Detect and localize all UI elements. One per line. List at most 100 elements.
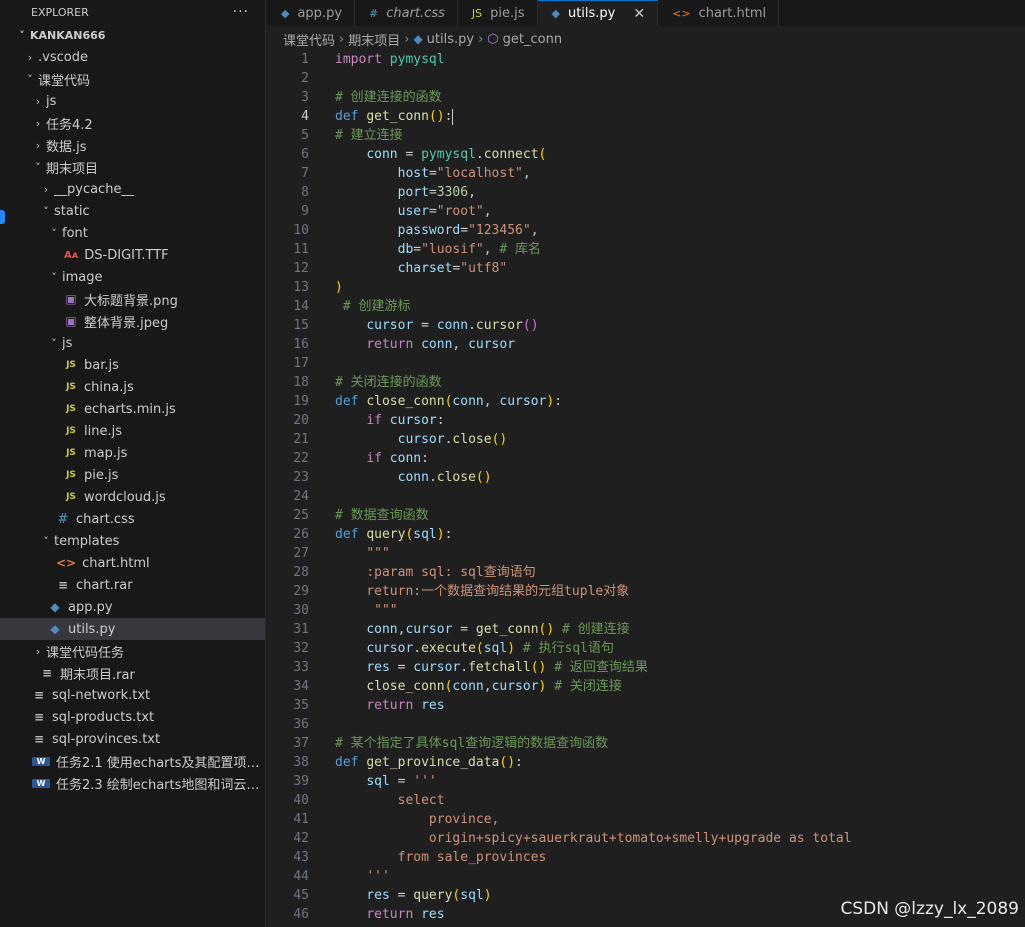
tree-file[interactable]: ▣ 整体背景.jpeg xyxy=(0,310,265,332)
tree-item-label: 任务4.2 xyxy=(46,117,93,133)
tree-file[interactable]: ≡ sql-provinces.txt xyxy=(0,728,265,750)
tree-folder[interactable]: › 任务4.2 xyxy=(0,112,265,134)
python-file-icon: ◆ xyxy=(413,32,423,46)
code-text: return res xyxy=(366,907,445,922)
tree-folder[interactable]: › __pycache__ xyxy=(0,178,265,200)
tree-folder[interactable]: ˅ 期末项目 xyxy=(0,156,265,178)
line-number: 13 xyxy=(293,280,309,295)
tab-label: app.py xyxy=(297,5,343,21)
tree-folder[interactable]: ˅ image xyxy=(0,266,265,288)
tree-file[interactable]: Aᴀ DS-DIGIT.TTF xyxy=(0,244,265,266)
tree-file[interactable]: W 任务2.1 使用echarts及其配置项绘图-... xyxy=(0,750,265,772)
close-icon[interactable]: ✕ xyxy=(633,6,645,22)
tree-file[interactable]: JS map.js xyxy=(0,442,265,464)
tree-folder[interactable]: ˅ static xyxy=(0,200,265,222)
code-line: 43 from sale_provinces xyxy=(267,848,1025,867)
line-number: 46 xyxy=(293,907,309,922)
line-number: 44 xyxy=(293,869,309,884)
html-file-icon: <> xyxy=(56,556,77,570)
tree-item-label: static xyxy=(54,203,90,219)
code-text: select xyxy=(397,793,445,808)
code-text: import pymysql xyxy=(335,52,445,67)
tree-file[interactable]: ◆ app.py xyxy=(0,596,265,618)
more-actions-icon[interactable]: ··· xyxy=(233,4,249,20)
line-number: 30 xyxy=(293,603,309,618)
code-text: return conn, cursor xyxy=(366,337,516,352)
tree-file[interactable]: <> chart.html xyxy=(0,552,265,574)
tree-file[interactable]: JS echarts.min.js xyxy=(0,398,265,420)
line-number: 3 xyxy=(301,90,309,105)
code-text: user="root", xyxy=(397,204,492,219)
line-number: 15 xyxy=(293,318,309,333)
tree-item-label: wordcloud.js xyxy=(84,489,166,505)
code-line: 28 :param sql: sql查询语句 xyxy=(267,563,1025,582)
explorer-header: EXPLORER ··· xyxy=(0,0,265,24)
code-text: # 创建连接的函数 xyxy=(335,90,442,105)
tree-file[interactable]: ◆ utils.py xyxy=(0,618,265,640)
tree-file[interactable]: ▣ 大标题背景.png xyxy=(0,288,265,310)
tree-item-label: utils.py xyxy=(68,621,116,637)
line-number: 11 xyxy=(293,242,309,257)
tab-label: utils.py xyxy=(567,6,616,21)
code-line: 42 origin+spicy+sauerkraut+tomato+smelly… xyxy=(267,829,1025,848)
tab-app-py[interactable]: ◆ app.py xyxy=(267,0,356,26)
explorer-title: EXPLORER xyxy=(31,5,89,19)
tab-chart-css[interactable]: # chart.css xyxy=(355,0,458,26)
tree-file[interactable]: JS china.js xyxy=(0,376,265,398)
chevron-right-icon: › xyxy=(478,31,484,47)
tree-folder[interactable]: ˅ font xyxy=(0,222,265,244)
tree-file[interactable]: ≡ sql-network.txt xyxy=(0,684,265,706)
tree-file[interactable]: JS bar.js xyxy=(0,354,265,376)
chevron-right-icon: › xyxy=(404,31,410,47)
code-text: cursor.execute(sql) # 执行sql语句 xyxy=(366,641,615,656)
tree-item-label: chart.css xyxy=(76,511,135,527)
code-line: 2 xyxy=(267,69,1025,88)
breadcrumb-item[interactable]: get_conn xyxy=(503,32,562,47)
breadcrumb-item[interactable]: 期末项目 xyxy=(348,30,400,49)
tree-folder[interactable]: › 课堂代码任务 xyxy=(0,640,265,662)
tab-label: chart.css xyxy=(386,5,445,21)
tab-chart-html[interactable]: <> chart.html xyxy=(658,0,780,26)
line-number: 28 xyxy=(293,565,309,580)
tree-file[interactable]: W 任务2.3 绘制echarts地图和词云图-学... xyxy=(0,772,265,794)
tree-file[interactable]: ≡ chart.rar xyxy=(0,574,265,596)
line-number: 10 xyxy=(293,223,309,238)
tree-file[interactable]: JS pie.js xyxy=(0,464,265,486)
line-number: 14 xyxy=(293,299,309,314)
tree-folder[interactable]: › js xyxy=(0,90,265,112)
tree-folder[interactable]: › 数据.js xyxy=(0,134,265,156)
tree-folder[interactable]: ˅ templates xyxy=(0,530,265,552)
tab-pie-js[interactable]: JS pie.js xyxy=(458,0,538,26)
font-file-icon: Aᴀ xyxy=(64,249,79,261)
line-number: 7 xyxy=(301,166,309,181)
text-file-icon: ≡ xyxy=(41,666,53,680)
line-number: 23 xyxy=(293,470,309,485)
tree-folder[interactable]: ˅ js xyxy=(0,332,265,354)
breadcrumb-item[interactable]: 课堂代码 xyxy=(283,30,335,49)
tree-item-label: china.js xyxy=(84,379,134,395)
code-text: # 创建游标 xyxy=(342,299,411,314)
line-number: 39 xyxy=(293,774,309,789)
tree-file[interactable]: JS wordcloud.js xyxy=(0,486,265,508)
code-line: 16 return conn, cursor xyxy=(267,335,1025,354)
line-number: 6 xyxy=(301,147,309,162)
tree-file[interactable]: JS line.js xyxy=(0,420,265,442)
breadcrumb-item[interactable]: utils.py xyxy=(427,32,474,47)
tree-folder[interactable]: ˅ KANKAN666 xyxy=(0,24,265,46)
python-file-icon: ◆ xyxy=(551,7,560,20)
code-line: 26 def query(sql): xyxy=(267,525,1025,544)
tree-file[interactable]: # chart.css xyxy=(0,508,265,530)
tree-file[interactable]: ≡ sql-products.txt xyxy=(0,706,265,728)
tree-file[interactable]: ≡ 期末项目.rar xyxy=(0,662,265,684)
chevron-right-icon: › xyxy=(43,182,49,196)
text-file-icon: ≡ xyxy=(33,710,45,724)
image-file-icon: ▣ xyxy=(65,292,77,306)
tab-utils-py[interactable]: ◆ utils.py ✕ xyxy=(537,0,659,26)
line-number: 43 xyxy=(293,850,309,865)
tree-folder[interactable]: › .vscode xyxy=(0,46,265,68)
code-line: 12 charset="utf8" xyxy=(267,259,1025,278)
tree-folder[interactable]: ˅ 课堂代码 xyxy=(0,68,265,90)
code-line: 27 """ xyxy=(267,544,1025,563)
line-number: 2 xyxy=(301,71,309,86)
code-editor[interactable]: 1 import pymysql 2 3 # 创建连接的函数 4 def get_conn(… xyxy=(267,50,1025,927)
